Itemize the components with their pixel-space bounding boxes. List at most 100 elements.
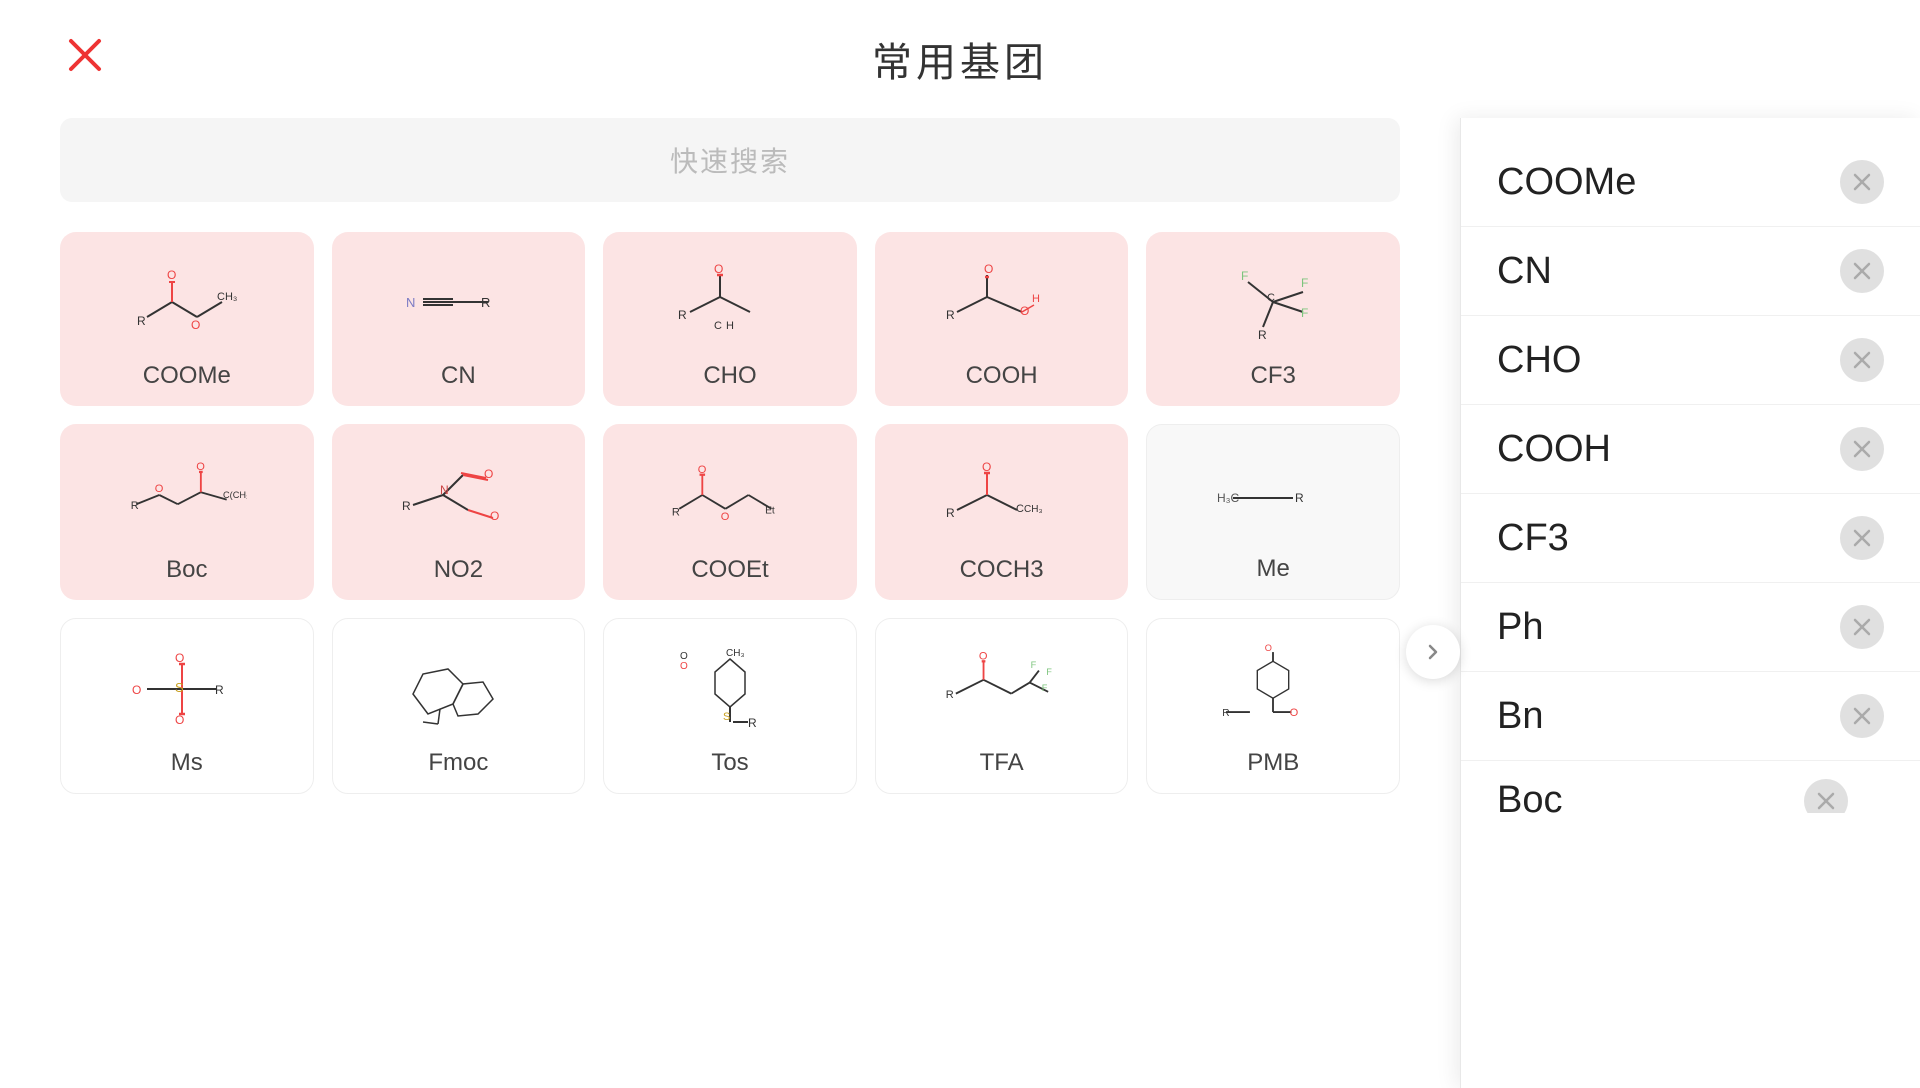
next-arrow-button[interactable] xyxy=(1406,625,1460,679)
remove-boc-partial-button[interactable] xyxy=(1804,779,1848,813)
list-item-cf3[interactable]: CF3 xyxy=(1461,494,1920,583)
remove-cn-button[interactable] xyxy=(1840,249,1884,293)
svg-text:R: R xyxy=(1295,491,1304,505)
grid-item-cf3[interactable]: F F F R C CF3 xyxy=(1146,232,1400,406)
svg-text:N: N xyxy=(440,483,449,497)
grid-item-me[interactable]: H₃C R Me xyxy=(1146,424,1400,600)
svg-text:O: O xyxy=(982,460,991,474)
grid-item-cooh[interactable]: R O O H COOH xyxy=(875,232,1129,406)
svg-text:O: O xyxy=(154,483,163,495)
list-item-label-bn: Bn xyxy=(1497,695,1543,738)
grid-label-cooet: COOEt xyxy=(691,556,768,584)
svg-text:C: C xyxy=(1016,503,1024,515)
molecule-grid: R O O CH₃ COOMe N xyxy=(60,232,1400,794)
grid-label-cho: CHO xyxy=(703,362,756,390)
grid-label-coch3: COCH3 xyxy=(960,556,1044,584)
remove-ph-button[interactable] xyxy=(1840,605,1884,649)
grid-label-pmb: PMB xyxy=(1247,749,1299,777)
grid-item-fmoc[interactable]: Fmoc xyxy=(332,618,586,794)
svg-text:O: O xyxy=(132,683,141,697)
sidebar-list: COOMe CN CHO xyxy=(1460,118,1920,1088)
search-bar[interactable]: 快速搜索 xyxy=(60,118,1400,202)
list-item-label-cn: CN xyxy=(1497,250,1552,293)
remove-cooh-button[interactable] xyxy=(1840,427,1884,471)
svg-text:F: F xyxy=(1030,660,1036,670)
grid-item-boc[interactable]: R O O C(CH₃)₃ Boc xyxy=(60,424,314,600)
list-item-coome[interactable]: COOMe xyxy=(1461,138,1920,227)
remove-bn-button[interactable] xyxy=(1840,694,1884,738)
list-item-label-cf3: CF3 xyxy=(1497,517,1569,560)
grid-item-coch3[interactable]: R O C CH₃ COCH3 xyxy=(875,424,1129,600)
page-title: 常用基团 xyxy=(872,30,1048,88)
svg-text:C: C xyxy=(1267,292,1275,304)
grid-label-tfa: TFA xyxy=(980,749,1024,777)
svg-text:O: O xyxy=(984,262,993,276)
list-item-cho[interactable]: CHO xyxy=(1461,316,1920,405)
svg-text:H: H xyxy=(726,320,734,332)
svg-text:O: O xyxy=(175,713,184,727)
list-item-ph[interactable]: Ph xyxy=(1461,583,1920,672)
grid-item-cooet[interactable]: R O O Et COOEt xyxy=(603,424,857,600)
list-item-label-coome: COOMe xyxy=(1497,161,1636,204)
svg-text:R: R xyxy=(946,308,955,322)
svg-text:O: O xyxy=(167,268,176,282)
svg-text:R: R xyxy=(748,716,757,730)
svg-text:F: F xyxy=(1041,683,1047,693)
svg-text:O: O xyxy=(1265,643,1272,653)
close-button[interactable] xyxy=(60,30,110,80)
grid-label-coome: COOMe xyxy=(143,362,231,390)
svg-text:O: O xyxy=(680,661,688,672)
svg-text:F: F xyxy=(1046,667,1052,677)
svg-text:F: F xyxy=(1241,269,1248,283)
svg-text:O: O xyxy=(490,509,499,523)
svg-text:R: R xyxy=(1222,708,1229,719)
svg-text:O: O xyxy=(484,467,493,481)
list-item-cn[interactable]: CN xyxy=(1461,227,1920,316)
grid-label-ms: Ms xyxy=(171,749,203,777)
svg-text:O: O xyxy=(1290,707,1299,719)
grid-item-no2[interactable]: R N O O NO2 xyxy=(332,424,586,600)
remove-cf3-button[interactable] xyxy=(1840,516,1884,560)
remove-cho-button[interactable] xyxy=(1840,338,1884,382)
svg-text:C: C xyxy=(714,320,722,332)
grid-label-no2: NO2 xyxy=(434,556,483,584)
svg-text:S: S xyxy=(723,711,730,723)
grid-item-tos[interactable]: S O O R CH₃ Tos xyxy=(603,618,857,794)
svg-text:R: R xyxy=(130,500,138,512)
remove-coome-button[interactable] xyxy=(1840,160,1884,204)
list-item-bn[interactable]: Bn xyxy=(1461,672,1920,761)
svg-text:CH₃: CH₃ xyxy=(1024,504,1043,515)
svg-text:S: S xyxy=(175,680,184,695)
svg-text:H: H xyxy=(1032,293,1040,305)
grid-item-cn[interactable]: N R CN xyxy=(332,232,586,406)
grid-item-tfa[interactable]: R O F F F TFA xyxy=(875,618,1129,794)
svg-text:O: O xyxy=(698,464,707,476)
svg-text:O: O xyxy=(191,318,200,332)
svg-text:O: O xyxy=(175,651,184,665)
svg-text:R: R xyxy=(672,506,680,518)
grid-item-coome[interactable]: R O O CH₃ COOMe xyxy=(60,232,314,406)
svg-text:R: R xyxy=(137,314,146,328)
svg-text:O: O xyxy=(721,511,730,523)
grid-item-ms[interactable]: S O O O R Ms xyxy=(60,618,314,794)
left-panel: 快速搜索 R O O CH₃ xyxy=(0,118,1460,1088)
svg-text:O: O xyxy=(714,262,723,276)
svg-text:R: R xyxy=(946,506,955,520)
list-item-cooh[interactable]: COOH xyxy=(1461,405,1920,494)
svg-text:R: R xyxy=(945,689,953,701)
grid-item-cho[interactable]: R C H O CHO xyxy=(603,232,857,406)
svg-text:R: R xyxy=(215,683,224,697)
svg-text:CH₃: CH₃ xyxy=(726,648,745,659)
list-item-label-cooh: COOH xyxy=(1497,428,1611,471)
grid-label-boc: Boc xyxy=(166,556,207,584)
list-item-boc-partial[interactable]: Boc xyxy=(1461,761,1920,813)
list-item-label-cho: CHO xyxy=(1497,339,1581,382)
grid-item-pmb[interactable]: O O R PMB xyxy=(1146,618,1400,794)
svg-text:O: O xyxy=(979,650,988,662)
svg-text:C(CH₃)₃: C(CH₃)₃ xyxy=(223,490,247,500)
grid-label-tos: Tos xyxy=(711,749,748,777)
list-item-label-ph: Ph xyxy=(1497,606,1543,649)
grid-label-cf3: CF3 xyxy=(1251,362,1296,390)
svg-text:F: F xyxy=(1301,276,1308,290)
grid-label-fmoc: Fmoc xyxy=(428,749,488,777)
